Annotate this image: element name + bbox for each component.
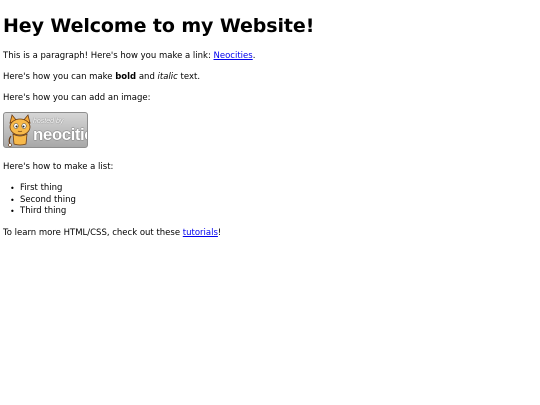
list-paragraph: Here's how to make a list: [3,162,114,173]
link-paragraph-text: This is a paragraph! Here's how you make… [3,51,214,61]
badge-brand-text: neocities [33,125,87,145]
list-item-label: Second thing [20,194,76,205]
bullet-list: • First thing • Second thing • Third thing [3,183,537,218]
image-paragraph: Here's how you can add an image: [3,93,151,104]
tutorial-paragraph: To learn more HTML/CSS, check out these … [3,228,537,239]
list-item: • First thing [10,183,537,195]
tutorial-paragraph-text: To learn more HTML/CSS, check out these [3,228,183,239]
list-item: • Second thing [10,194,537,207]
page-body: Hey Welcome to my Website! This is a par… [0,0,540,239]
bullet-icon: • [10,184,15,194]
neocities-badge-image: hosted by neocities [3,112,88,149]
bullet-icon: • [10,195,15,205]
link-paragraph-end: . [252,51,256,61]
tutorials-link[interactable]: tutorials [183,228,218,238]
bold-text: bold [115,72,137,83]
tutorial-paragraph-end: ! [217,228,222,239]
italic-text: italic [157,72,178,83]
format-paragraph-middle: and [136,72,158,83]
neocities-link[interactable]: Neocities [214,51,253,61]
list-item-label: Third thing [20,206,67,217]
link-paragraph: This is a paragraph! Here's how you make… [3,51,537,62]
neocities-cat-icon [8,114,31,147]
badge-container: hosted by neocities [3,112,537,152]
bullet-icon: • [10,207,15,217]
list-item: • Third thing [10,206,537,218]
format-paragraph-text: Here's how you can make [3,72,116,83]
format-paragraph-end: text. [177,72,201,83]
page-title: Hey Welcome to my Website! [3,15,315,37]
list-item-label: First thing [20,183,63,194]
format-paragraph: Here's how you can make bold and italic … [3,72,537,83]
